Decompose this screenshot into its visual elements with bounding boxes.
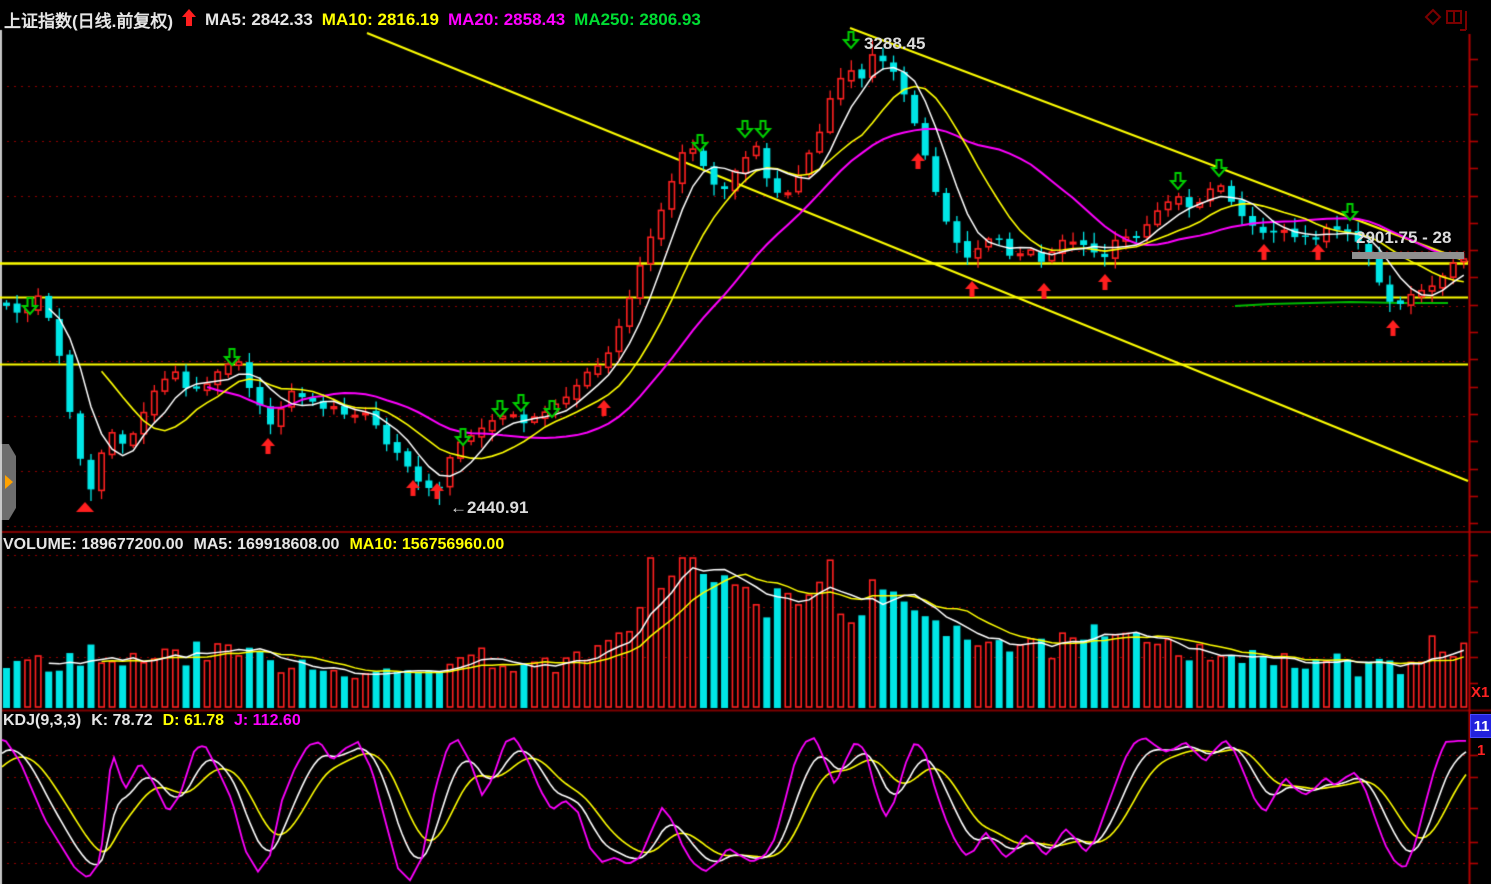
kdj-axis-label: 1: [1477, 742, 1485, 759]
peak-price-annotation: 3288.45: [864, 34, 925, 54]
kdj-pane-header: KDJ(9,3,3) K: 78.72 D: 61.78 J: 112.60: [3, 712, 301, 730]
ma250-readout: MA250: 2806.93: [574, 10, 701, 30]
volume-ma5-readout: MA5: 169918608.00: [194, 536, 340, 554]
sidebar-slide-handle[interactable]: [0, 444, 16, 520]
instrument-title: 上证指数(日线.前复权): [4, 7, 173, 32]
ma20-readout: MA20: 2858.43: [448, 10, 565, 30]
diamond-icon[interactable]: [1424, 8, 1442, 37]
low-price-annotation: ←2440.91: [450, 498, 528, 518]
ma5-readout: MA5: 2842.33: [205, 10, 313, 30]
kdj-name: KDJ(9,3,3): [3, 712, 81, 730]
current-price-bar: [1352, 252, 1464, 259]
kdj-d-readout: D: 61.78: [163, 712, 224, 730]
volume-pane-header: VOLUME: 189677200.00 MA5: 169918608.00 M…: [3, 536, 504, 554]
expand-right-icon: [5, 475, 13, 489]
main-pane-header: 上证指数(日线.前复权) MA5: 2842.33 MA10: 2816.19 …: [4, 7, 701, 32]
volume-ma10-readout: MA10: 156756960.00: [349, 536, 504, 554]
up-arrow-icon: [182, 9, 196, 31]
volume-readout: VOLUME: 189677200.00: [3, 536, 184, 554]
ma10-readout: MA10: 2816.19: [322, 10, 439, 30]
current-price-annotation: 2901.75 - 28: [1356, 228, 1466, 248]
split-window-icon[interactable]: [1446, 8, 1472, 37]
window-controls: [1424, 8, 1472, 37]
chart-canvas[interactable]: [0, 0, 1491, 884]
kdj-j-readout: J: 112.60: [234, 712, 301, 730]
volume-scale-label: X1: [1471, 684, 1489, 701]
kdj-j-axis-badge: 11: [1470, 714, 1491, 738]
kdj-k-readout: K: 78.72: [91, 712, 152, 730]
stock-chart-window: 上证指数(日线.前复权) MA5: 2842.33 MA10: 2816.19 …: [0, 0, 1491, 884]
